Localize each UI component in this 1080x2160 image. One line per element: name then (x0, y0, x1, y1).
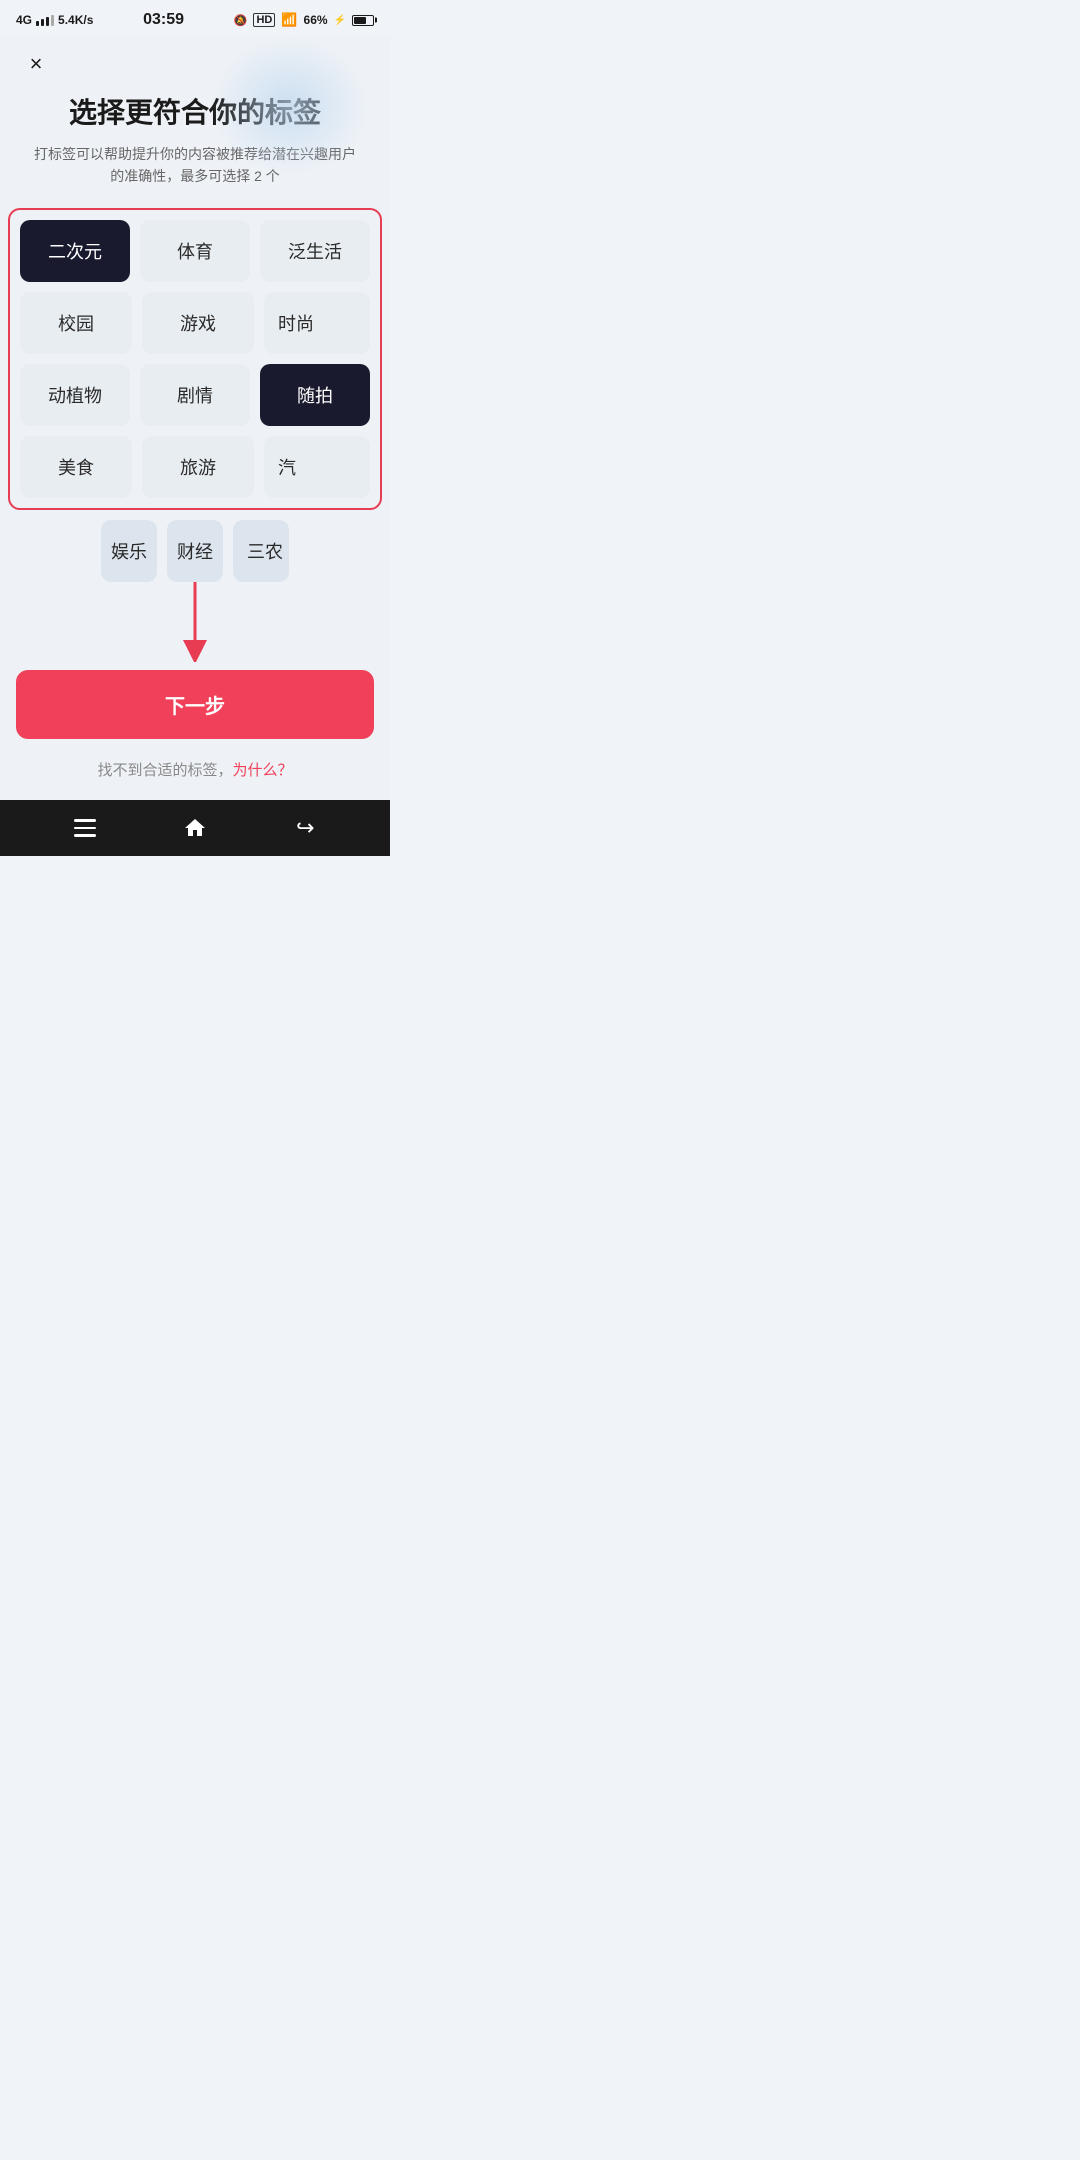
back-arrow-icon: ↩ (296, 815, 314, 841)
hamburger-icon (74, 819, 96, 837)
tags-row-3: 动植物 剧情 随拍 (20, 364, 370, 426)
page-title: 选择更符合你的标签 (69, 91, 321, 131)
arrow-svg (135, 582, 255, 662)
page-body: 选择更符合你的标签 打标签可以帮助提升你的内容被推荐给潜在兴趣用户的准确性，最多… (0, 36, 390, 800)
close-button[interactable]: × (18, 46, 54, 82)
tag-三农[interactable]: 三农 (247, 521, 283, 581)
charge-icon: ⚡ (334, 15, 346, 26)
tag-剧情[interactable]: 剧情 (140, 364, 250, 426)
status-right: 🔕 HD 📶 66% ⚡ (234, 12, 374, 28)
battery-pct: 66% (304, 13, 328, 27)
status-left: 4G 5.4K/s (16, 13, 93, 27)
signal-bars (36, 15, 54, 26)
wifi-icon: 📶 (281, 12, 297, 28)
tags-extra: 娱乐 财经 三农 (93, 510, 297, 582)
main-content: × 选择更符合你的标签 打标签可以帮助提升你的内容被推荐给潜在兴趣用户的准确性，… (0, 36, 390, 800)
home-icon (183, 816, 207, 840)
battery-icon (352, 15, 374, 26)
next-step-button[interactable]: 下一步 (16, 670, 374, 739)
bottom-nav: ↩ (0, 800, 390, 856)
carrier-label: 4G (16, 13, 32, 27)
tag-时尚[interactable]: 时尚 (278, 293, 314, 353)
time-display: 03:59 (143, 11, 184, 29)
battery-fill (354, 17, 366, 24)
tag-三农-partial: 三农 (233, 520, 289, 582)
tag-旅游[interactable]: 旅游 (142, 436, 254, 498)
tag-汽车[interactable]: 汽 (278, 437, 296, 497)
tags-section: 二次元 体育 泛生活 校园 游戏 时尚 动植物 剧情 (0, 208, 390, 510)
hd-label: 🔕 (234, 14, 248, 27)
tags-row-1: 二次元 体育 泛生活 (20, 220, 370, 282)
page-subtitle: 打标签可以帮助提升你的内容被推荐给潜在兴趣用户的准确性，最多可选择 2 个 (0, 143, 390, 188)
tags-row-4: 美食 旅游 汽 (20, 436, 370, 498)
tag-随拍[interactable]: 随拍 (260, 364, 370, 426)
tag-校园[interactable]: 校园 (20, 292, 132, 354)
tag-时尚-partial: 时尚 (264, 292, 370, 354)
data-speed: 5.4K/s (58, 13, 93, 27)
home-button[interactable] (173, 806, 217, 850)
help-text-label: 找不到合适的标签， (97, 762, 232, 779)
menu-button[interactable] (63, 806, 107, 850)
help-link[interactable]: 为什么？ (233, 762, 293, 779)
back-button[interactable]: ↩ (283, 806, 327, 850)
tag-partial-right: 汽 (264, 436, 370, 498)
hd-badge: HD (253, 13, 275, 27)
tag-游戏[interactable]: 游戏 (142, 292, 254, 354)
tag-泛生活[interactable]: 泛生活 (260, 220, 370, 282)
tag-体育[interactable]: 体育 (140, 220, 250, 282)
tag-动植物[interactable]: 动植物 (20, 364, 130, 426)
tag-美食[interactable]: 美食 (20, 436, 132, 498)
tag-财经[interactable]: 财经 (167, 520, 223, 582)
tag-娱乐[interactable]: 娱乐 (101, 520, 157, 582)
tags-row-2: 校园 游戏 时尚 (20, 292, 370, 354)
tag-二次元[interactable]: 二次元 (20, 220, 130, 282)
arrow-annotation (0, 582, 390, 662)
status-bar: 4G 5.4K/s 03:59 🔕 HD 📶 66% ⚡ (0, 0, 390, 36)
help-text: 找不到合适的标签，为什么？ (97, 759, 292, 780)
tags-border-box: 二次元 体育 泛生活 校园 游戏 时尚 动植物 剧情 (8, 208, 382, 510)
